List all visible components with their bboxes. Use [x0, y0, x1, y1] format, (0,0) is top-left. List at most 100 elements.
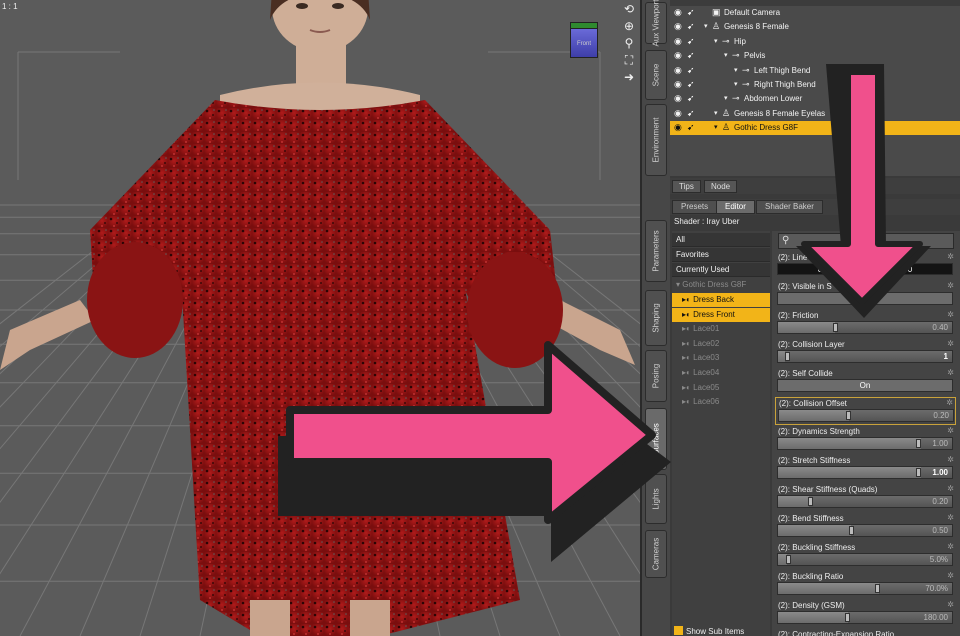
surface-item[interactable]: ▸◐ Dress Back: [672, 293, 770, 307]
expand-arrow-icon[interactable]: ▾: [704, 22, 708, 30]
slider-track[interactable]: 1.00: [777, 437, 953, 450]
side-tab-parameters[interactable]: Parameters: [645, 220, 667, 282]
property-value[interactable]: 180.00: [924, 613, 948, 622]
slider-track[interactable]: 0.40: [777, 321, 953, 334]
property-value[interactable]: 0.20: [932, 497, 948, 506]
scene-row[interactable]: ◉ ➹ ▾ ♙ Genesis 8 Female Eyelas: [670, 107, 960, 121]
view-navigation-cube[interactable]: Front: [560, 18, 608, 66]
gear-icon[interactable]: ✲: [946, 398, 953, 407]
slider-knob[interactable]: [846, 411, 852, 420]
selectable-pointer-icon[interactable]: ➹: [687, 108, 695, 119]
slider-track[interactable]: 0.20: [778, 409, 954, 422]
scene-row[interactable]: ◉ ➹ ▾ ⊸ Right Thigh Bend: [670, 78, 960, 92]
scene-row[interactable]: ◉ ➹ ▾ ⊸ Left Thigh Bend: [670, 64, 960, 78]
reset-view-icon[interactable]: ➜: [622, 70, 636, 84]
property-value[interactable]: 1.00: [932, 468, 948, 477]
surface-group-row[interactable]: ▾ Gothic Dress G8F: [672, 278, 770, 292]
surface-item[interactable]: ▸◐ Dress Front: [672, 307, 770, 322]
surface-item[interactable]: ▸◐ Lace03: [672, 351, 770, 365]
gear-icon[interactable]: ✲: [947, 281, 954, 290]
gear-icon[interactable]: ✲: [947, 484, 954, 493]
line-end-field[interactable]: 0: [867, 263, 953, 275]
tab-presets[interactable]: Presets: [672, 200, 718, 214]
slider-knob[interactable]: [786, 555, 792, 564]
surface-item[interactable]: ▸◐ Lace04: [672, 366, 770, 380]
scene-row[interactable]: ◉ ➹ ▾ ⊸ Abdomen Lower: [670, 92, 960, 106]
scene-row[interactable]: ◉ ➹ ▾ ♙ Genesis 8 Female: [670, 20, 960, 34]
gear-icon[interactable]: ✲: [947, 339, 954, 348]
checkbox-checked-icon[interactable]: [674, 626, 683, 635]
slider-knob[interactable]: [784, 352, 790, 361]
surface-item[interactable]: ▸◐ Lace05: [672, 381, 770, 395]
slider-track[interactable]: 0.20: [777, 495, 953, 508]
frame-icon[interactable]: ⛶: [622, 53, 636, 67]
visible-toggle[interactable]: [777, 292, 953, 305]
selectable-pointer-icon[interactable]: ➹: [687, 65, 695, 76]
side-tab-scene[interactable]: Scene: [645, 50, 667, 100]
selectable-pointer-icon[interactable]: ➹: [687, 36, 695, 47]
gear-icon[interactable]: ✲: [947, 513, 954, 522]
visibility-eye-icon[interactable]: ◉: [674, 122, 682, 133]
side-tab-shaping[interactable]: Shaping: [645, 290, 667, 346]
tab-tips[interactable]: Tips: [672, 180, 701, 193]
tab-editor[interactable]: Editor: [716, 200, 755, 214]
slider-knob[interactable]: [808, 497, 814, 506]
visibility-eye-icon[interactable]: ◉: [674, 21, 682, 32]
viewport-3d[interactable]: 1 : 1 Front ⟲ ⊕ ⚲ ⛶ ➜: [0, 0, 640, 636]
show-sub-items-checkbox[interactable]: Show Sub Items: [674, 626, 744, 636]
slider-track[interactable]: 5.0%: [777, 553, 953, 566]
camera-rotate-icon[interactable]: ⟲: [622, 2, 636, 16]
expand-arrow-icon[interactable]: ▾: [734, 80, 738, 88]
scene-row[interactable]: ◉ ➹ ▾ ⊸ Pelvis: [670, 49, 960, 63]
slider-knob[interactable]: [875, 584, 881, 593]
slider-track[interactable]: 70.0%: [777, 582, 953, 595]
slider-track[interactable]: 1.00: [777, 466, 953, 479]
property-search-input[interactable]: ⚲: [778, 233, 954, 249]
gear-icon[interactable]: ✲: [947, 310, 954, 319]
surface-filter-all[interactable]: All: [672, 233, 770, 247]
side-tab-environment[interactable]: Environment: [645, 104, 667, 176]
selectable-pointer-icon[interactable]: ➹: [687, 21, 695, 32]
gear-icon[interactable]: ✲: [947, 426, 954, 435]
gear-icon[interactable]: ✲: [947, 571, 954, 580]
scene-row[interactable]: ◉ ➹ ▾ ⊸ Hip: [670, 35, 960, 49]
expand-arrow-icon[interactable]: ▾: [724, 51, 728, 59]
visibility-eye-icon[interactable]: ◉: [674, 36, 682, 47]
gear-icon[interactable]: ✲: [947, 455, 954, 464]
gear-icon[interactable]: ✲: [947, 542, 954, 551]
surface-filter-favorites[interactable]: Favorites: [672, 248, 770, 262]
slider-track[interactable]: 1: [777, 350, 953, 363]
expand-arrow-icon[interactable]: ▾: [724, 94, 728, 102]
visibility-eye-icon[interactable]: ◉: [674, 7, 682, 18]
slider-knob[interactable]: [848, 526, 854, 535]
visibility-eye-icon[interactable]: ◉: [674, 50, 682, 61]
tab-node[interactable]: Node: [704, 180, 738, 193]
scene-row[interactable]: ◉ ➹ ▾ ♙ Gothic Dress G8F: [670, 121, 960, 136]
expand-arrow-icon[interactable]: ▾: [714, 37, 718, 45]
selectable-pointer-icon[interactable]: ➹: [687, 79, 695, 90]
side-tab-posing[interactable]: Posing: [645, 350, 667, 402]
self-collide-toggle[interactable]: On: [777, 379, 953, 392]
selectable-pointer-icon[interactable]: ➹: [687, 122, 695, 133]
surface-filter-currently-used[interactable]: Currently Used: [672, 263, 770, 277]
property-value[interactable]: 0.20: [933, 411, 949, 420]
selectable-pointer-icon[interactable]: ➹: [687, 50, 695, 61]
slider-knob[interactable]: [833, 323, 839, 332]
property-value[interactable]: 1.00: [932, 439, 948, 448]
property-value[interactable]: 5.0%: [930, 555, 948, 564]
line-start-field[interactable]: 0: [777, 263, 863, 275]
surface-item[interactable]: ▸◐ Lace06: [672, 395, 770, 409]
tab-shader-baker[interactable]: Shader Baker: [756, 200, 823, 214]
gear-icon[interactable]: ✲: [947, 368, 954, 377]
expand-arrow-icon[interactable]: ▾: [714, 109, 718, 117]
expand-arrow-icon[interactable]: ▾: [714, 123, 718, 131]
orbit-icon[interactable]: ⊕: [622, 19, 636, 33]
surface-item[interactable]: ▸◐ Lace01: [672, 322, 770, 336]
gear-icon[interactable]: ✲: [947, 252, 954, 261]
selectable-pointer-icon[interactable]: ➹: [687, 7, 695, 18]
nav-cube-front-face[interactable]: Front: [570, 28, 598, 58]
expand-arrow-icon[interactable]: ▾: [734, 66, 738, 74]
side-tab-cameras[interactable]: Cameras: [645, 530, 667, 578]
property-value[interactable]: 70.0%: [925, 584, 948, 593]
property-value[interactable]: 1: [944, 352, 948, 361]
